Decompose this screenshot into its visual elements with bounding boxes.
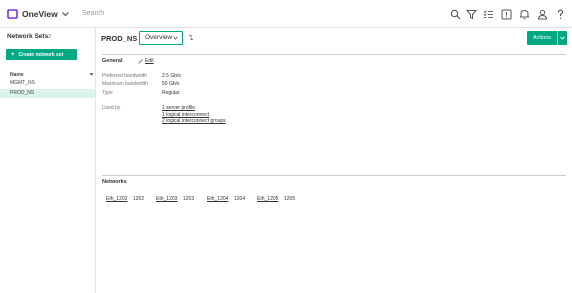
name-column-header[interactable]: Name [10, 72, 24, 78]
sidebar: Network Sets 2 + Create network set Name… [0, 28, 96, 293]
edit-link[interactable]: Edit [138, 58, 154, 64]
sidebar-count: 2 [48, 34, 52, 40]
create-network-set-button[interactable]: + Create network set [6, 49, 77, 60]
chevron-down-icon[interactable] [61, 10, 70, 18]
general-section-title: General [102, 58, 123, 64]
property-value: Regular [162, 90, 180, 96]
filter-icon[interactable] [466, 9, 477, 20]
notifications-panel-icon[interactable] [501, 9, 512, 20]
create-network-set-label: Create network set [18, 51, 64, 58]
sort-arrow-icon[interactable] [89, 72, 94, 77]
networks-section-title: Networks [102, 179, 127, 185]
page-title: PROD_NS [101, 34, 138, 43]
list-item-label: MGMT_NS [10, 80, 35, 86]
bell-icon[interactable] [519, 9, 530, 20]
edit-label: Edit [145, 58, 154, 64]
network-vlan: 1203 [183, 196, 195, 202]
tasks-icon[interactable] [483, 9, 494, 20]
section-divider [102, 175, 566, 176]
plus-icon: + [11, 51, 15, 58]
section-divider [102, 54, 566, 55]
network-link[interactable]: Eth_1202 [106, 196, 127, 202]
used-by-link-logical-interconnect-groups[interactable]: 2 logical interconnect groups [162, 118, 226, 124]
link-icon[interactable] [188, 34, 194, 41]
list-item-label: PROD_NS [10, 90, 35, 96]
used-by-link-server-profile[interactable]: 1 server profile [162, 105, 195, 111]
network-vlan: 1202 [133, 196, 145, 202]
view-select-value: Overview [145, 34, 173, 41]
property-value: 50 Gb/s [162, 81, 180, 87]
chevron-down-icon [560, 36, 565, 40]
top-bar: OneView Search [0, 0, 572, 28]
app-title[interactable]: OneView [22, 9, 58, 19]
search-input[interactable]: Search [82, 10, 104, 17]
list-item-selected[interactable]: PROD_NS [0, 89, 95, 98]
used-by-label: Used by [102, 105, 121, 111]
user-icon[interactable] [537, 9, 548, 20]
property-label: Type [102, 90, 113, 96]
search-icon[interactable] [450, 9, 461, 20]
sidebar-title: Network Sets [7, 33, 49, 40]
property-value: 2.5 Gb/s [162, 73, 181, 79]
property-label: Preferred bandwidth [102, 73, 148, 79]
actions-button[interactable]: Actions [527, 31, 567, 45]
actions-label: Actions [533, 35, 552, 41]
help-icon[interactable] [555, 9, 566, 20]
network-vlan: 1205 [284, 196, 296, 202]
network-vlan: 1204 [234, 196, 246, 202]
property-label: Maximum bandwidth [102, 81, 148, 87]
network-link[interactable]: Eth_1205 [257, 196, 278, 202]
actions-dropdown-toggle[interactable] [558, 36, 567, 40]
network-link[interactable]: Eth_1203 [156, 196, 177, 202]
list-item[interactable]: MGMT_NS [0, 79, 95, 88]
pencil-icon [138, 58, 143, 64]
chevron-down-icon [173, 36, 178, 40]
oneview-logo-icon[interactable] [7, 9, 18, 19]
network-link[interactable]: Eth_1204 [207, 196, 228, 202]
view-select[interactable]: Overview [139, 31, 183, 45]
